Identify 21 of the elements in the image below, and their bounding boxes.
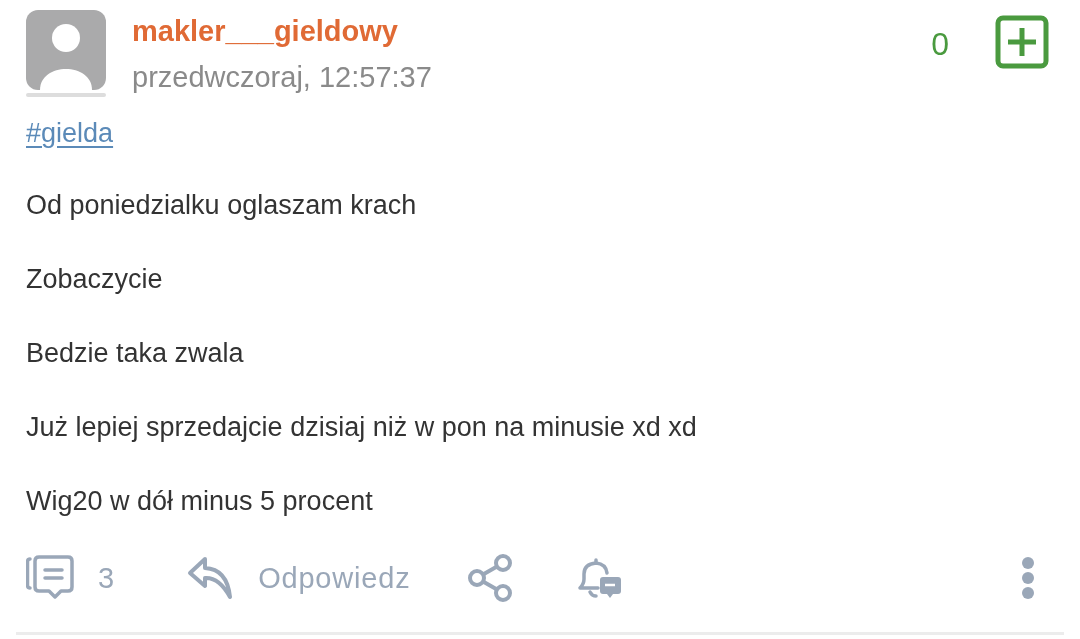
avatar-icon[interactable]	[26, 10, 106, 90]
post-timestamp: przedwczoraj, 12:57:37	[132, 60, 432, 95]
vote-score: 0	[931, 26, 949, 62]
reply-button[interactable]: Odpowiedz	[187, 556, 411, 600]
post-paragraph: Już lepiej sprzedajcie dzisiaj niż w pon na minusie xd xd	[26, 411, 698, 444]
comments-button[interactable]: 3	[26, 555, 115, 601]
post-paragraph: Od poniedzialku oglaszam krach	[26, 189, 418, 222]
post-paragraph: Wig20 w dół minus 5 procent	[26, 485, 374, 518]
share-icon	[468, 554, 515, 602]
hashtag-link[interactable]: #gielda	[26, 115, 114, 151]
post-paragraph: Bedzie taka zwala	[26, 337, 245, 370]
more-options-button[interactable]	[1020, 556, 1036, 600]
bell-icon	[576, 555, 623, 601]
comments-icon	[26, 555, 74, 601]
upvote-button[interactable]	[995, 15, 1049, 69]
share-button[interactable]	[468, 554, 515, 602]
reply-arrow-icon	[187, 556, 234, 600]
more-vertical-icon	[1020, 556, 1036, 600]
subscribe-button[interactable]	[576, 555, 623, 601]
post-paragraph: Zobaczycie	[26, 263, 164, 296]
username-link[interactable]: makler___gieldowy	[132, 13, 432, 49]
